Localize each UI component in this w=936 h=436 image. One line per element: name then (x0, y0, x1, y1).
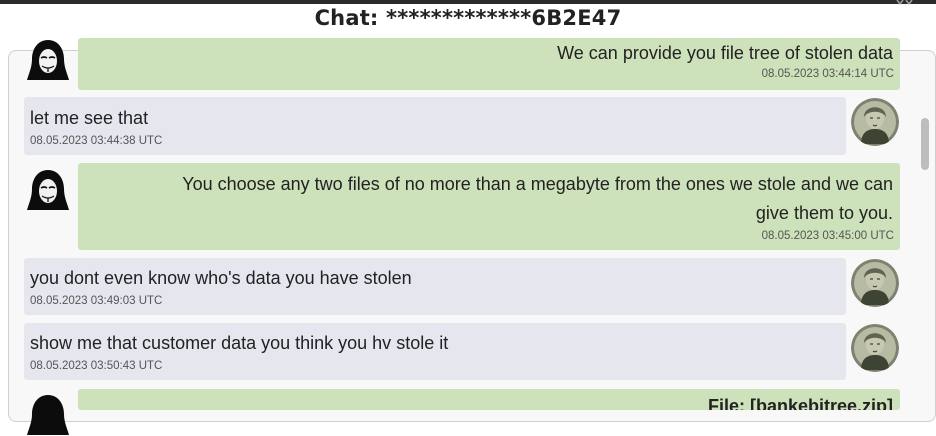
message-text: You choose any two files of no more than… (182, 174, 893, 194)
message-timestamp: 08.05.2023 03:44:38 UTC (30, 135, 163, 147)
message-timestamp: 08.05.2023 03:44:14 UTC (761, 68, 894, 80)
hacker-avatar-icon (27, 170, 69, 210)
hacker-avatar-icon (27, 395, 69, 435)
message-bubble: you dont even know who's data you have s… (24, 258, 846, 315)
message-timestamp: 08.05.2023 03:50:43 UTC (30, 360, 163, 372)
close-icon[interactable] (894, 0, 914, 5)
hacker-avatar-icon (27, 40, 69, 80)
scrollbar-track[interactable] (916, 52, 930, 404)
message-bubble: File: [bankebitree.zip] (78, 389, 900, 410)
window-top-bar (0, 0, 936, 4)
banknote-portrait-icon (851, 98, 899, 146)
page-title: Chat: *************6B2E47 (314, 6, 622, 30)
message-bubble: We can provide you file tree of stolen d… (78, 38, 900, 90)
message-bubble: let me see that 08.05.2023 03:44:38 UTC (24, 97, 846, 155)
message-timestamp: 08.05.2023 03:45:00 UTC (761, 230, 894, 242)
message-text: give them to you. (755, 203, 893, 223)
message-text: let me see that (30, 108, 149, 128)
file-attachment-label[interactable]: File: [bankebitree.zip] (708, 392, 893, 410)
message-text: We can provide you file tree of stolen d… (557, 43, 893, 63)
message-text: you dont even know who's data you have s… (30, 268, 412, 288)
message-bubble: You choose any two files of no more than… (78, 163, 900, 250)
message-bubble: show me that customer data you think you… (24, 323, 846, 380)
message-text: show me that customer data you think you… (30, 333, 449, 353)
banknote-portrait-icon (851, 324, 899, 372)
message-timestamp: 08.05.2023 03:49:03 UTC (30, 295, 163, 307)
banknote-portrait-icon (851, 259, 899, 307)
scrollbar-thumb[interactable] (921, 118, 929, 170)
